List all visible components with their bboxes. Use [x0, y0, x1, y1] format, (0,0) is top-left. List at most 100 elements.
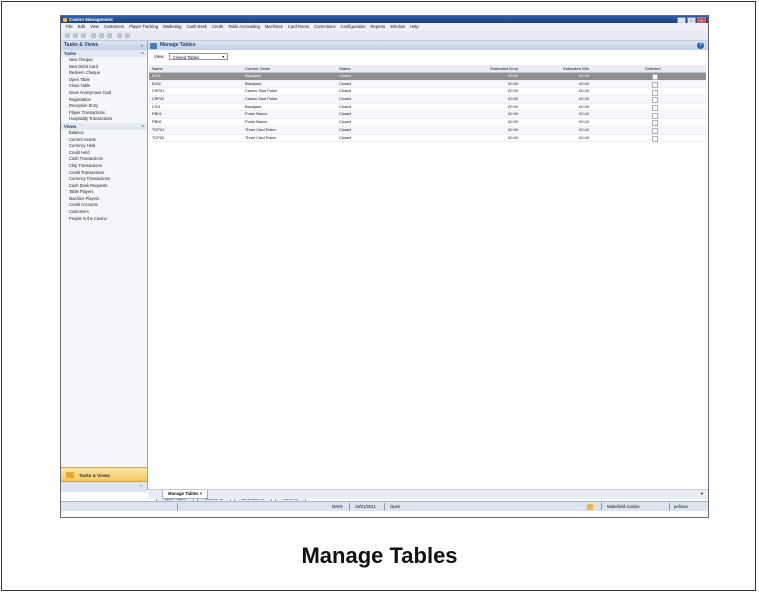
selected-checkbox[interactable]: [652, 112, 658, 119]
table-row[interactable]: TCP02 Three Card Poker Closed £0.00 £0.00: [149, 135, 706, 143]
task-item[interactable]: Reception Entry: [61, 103, 147, 110]
view-item[interactable]: Chip Transactions: [61, 163, 147, 170]
cell-estimated-drop: £0.00: [508, 73, 518, 78]
column-header-current-game[interactable]: Current Game: [245, 65, 270, 72]
view-item[interactable]: Cash Transactions: [61, 156, 147, 163]
collapse-icon[interactable]: ^: [142, 123, 144, 130]
column-header-status[interactable]: Status: [339, 65, 350, 72]
view-item[interactable]: Machine Players: [61, 196, 147, 203]
tab-manage-tables[interactable]: Manage Tables ×: [162, 490, 209, 499]
menu-window[interactable]: Window: [390, 24, 405, 29]
table-row[interactable]: PB02 Punto Banco Closed £0.00 £0.00: [149, 119, 706, 127]
view-item[interactable]: Table Players: [61, 189, 147, 196]
view-item[interactable]: People in the Casino: [61, 216, 147, 223]
section-views-label: Views: [64, 123, 77, 129]
task-item[interactable]: Hospitality Transactions: [61, 116, 147, 123]
cut-icon[interactable]: [91, 33, 96, 38]
column-header-estimated-win[interactable]: Estimated Win: [563, 65, 589, 72]
back-icon[interactable]: [117, 33, 122, 38]
view-item[interactable]: Current Assets: [61, 137, 147, 144]
menu-configuration[interactable]: Configuration: [341, 24, 366, 29]
view-select[interactable]: Closed Tables ▼: [169, 53, 228, 60]
cell-current-game: Punto Banco: [245, 119, 268, 125]
column-header-estimated-drop[interactable]: Estimated Drop: [490, 65, 518, 72]
view-item[interactable]: Currency Transactions: [61, 176, 147, 183]
selected-checkbox[interactable]: [652, 128, 658, 134]
selected-checkbox[interactable]: [652, 74, 658, 81]
chevron-down-icon[interactable]: ▼: [221, 54, 225, 61]
view-item[interactable]: Credit Held: [61, 150, 147, 157]
selected-checkbox[interactable]: [652, 81, 658, 88]
chevron-down-icon[interactable]: ▼: [700, 491, 704, 496]
menu-cash-desk[interactable]: Cash Desk: [186, 24, 206, 29]
selected-checkbox[interactable]: [652, 104, 658, 111]
menu-machines[interactable]: Machines: [265, 24, 283, 29]
menu-edit[interactable]: Edit: [78, 24, 85, 29]
save-icon[interactable]: [81, 33, 86, 38]
status-state: Open: [390, 504, 401, 509]
tasks-views-button-label: Tasks & Views: [79, 473, 110, 478]
chevron-right-icon[interactable]: »: [140, 483, 142, 488]
table-icon: [150, 42, 157, 49]
task-item[interactable]: Redeem Cheque: [61, 70, 147, 77]
table-row[interactable]: CSP02 Casino Stud Poker Closed £0.00 £0.00: [149, 96, 706, 104]
warning-icon[interactable]: [587, 503, 593, 510]
copy-icon[interactable]: [99, 33, 104, 38]
task-item[interactable]: New Cheque: [61, 57, 147, 64]
forward-icon[interactable]: [125, 33, 130, 38]
menu-file[interactable]: File: [66, 24, 73, 29]
selected-checkbox[interactable]: [652, 97, 658, 104]
task-item[interactable]: Player Transactions: [61, 110, 147, 117]
table-row[interactable]: CSP01 Casino Stud Poker Closed £0.00 £0.00: [149, 88, 706, 97]
status-casino: Wakefield Casino: [607, 504, 640, 509]
section-views[interactable]: Views ^: [61, 122, 147, 130]
cell-name: CSP01: [152, 88, 165, 94]
table-row[interactable]: TCP01 Three Card Poker Closed £0.00 £0.00: [149, 126, 706, 135]
menu-corrections[interactable]: Corrections: [314, 24, 335, 29]
menu-table-accounting[interactable]: Table Accounting: [228, 24, 260, 29]
table-row[interactable]: PB01 Punto Banco Closed £0.00 £0.00: [149, 111, 706, 120]
section-tasks[interactable]: Tasks ^: [61, 50, 147, 57]
task-item[interactable]: Close Table: [61, 83, 147, 90]
menu-marketing[interactable]: Marketing: [163, 24, 181, 29]
table-row[interactable]: BJ02 Blackjack Closed £0.00 £0.00: [149, 80, 706, 89]
column-header-name[interactable]: Name: [152, 65, 163, 72]
view-item[interactable]: Currency Held: [61, 143, 147, 150]
cell-status: Closed: [339, 80, 352, 86]
menu-view[interactable]: View: [90, 24, 99, 29]
cell-estimated-win: £0.00: [579, 96, 589, 102]
view-item[interactable]: Balance: [61, 130, 147, 137]
view-item[interactable]: Credit Transactions: [61, 170, 147, 177]
task-item[interactable]: Registration: [61, 97, 147, 104]
collapse-icon[interactable]: ^: [142, 50, 144, 57]
selected-checkbox[interactable]: [652, 120, 658, 127]
view-item[interactable]: Cash Desk Requests: [61, 183, 147, 190]
menu-customers[interactable]: Customers: [104, 24, 124, 29]
view-item[interactable]: Credit Accounts: [61, 202, 147, 209]
pane-title: Manage Tables: [160, 42, 196, 48]
menu-reports[interactable]: Reports: [371, 24, 386, 29]
help-icon[interactable]: ?: [697, 42, 704, 49]
table-row[interactable]: BJ01 Blackjack Closed £0.00 £0.00: [149, 73, 706, 81]
table-row[interactable]: LT01 Blackjack Closed £0.00 £0.00: [149, 104, 706, 112]
view-item[interactable]: Customers: [61, 209, 147, 216]
cell-estimated-win: £0.00: [579, 103, 589, 109]
cell-name: BJ01: [152, 73, 161, 78]
open-icon[interactable]: [73, 33, 78, 38]
menu-card-room[interactable]: Card Room: [288, 24, 309, 29]
menu-credit[interactable]: Credit: [212, 24, 223, 29]
selected-checkbox[interactable]: [652, 135, 658, 142]
paste-icon[interactable]: [107, 33, 112, 38]
column-header-selected[interactable]: Selected: [645, 65, 661, 72]
task-item[interactable]: Issue Anonymous Card: [61, 90, 147, 97]
task-item[interactable]: New Debit Card: [61, 64, 147, 71]
task-item[interactable]: Open Table: [61, 77, 147, 84]
new-icon[interactable]: [65, 33, 70, 38]
tasks-views-panel: Tasks & Views « Tasks ^ New Cheque New D…: [61, 41, 148, 490]
menu-player-tracking[interactable]: Player Tracking: [129, 24, 158, 29]
selected-checkbox[interactable]: [652, 89, 658, 96]
menu-help[interactable]: Help: [410, 24, 419, 29]
tasks-views-button[interactable]: Tasks & Views: [61, 467, 147, 482]
toolbar: [61, 31, 708, 41]
chevron-left-icon[interactable]: «: [141, 41, 143, 50]
